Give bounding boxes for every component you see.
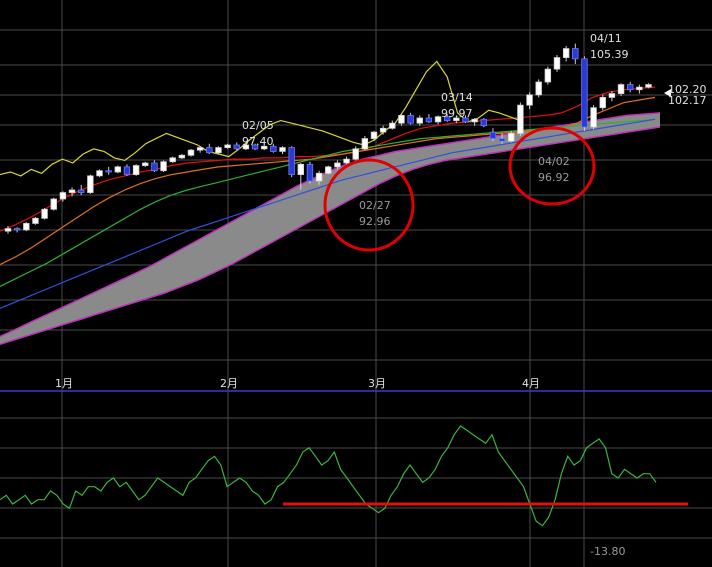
candle-down <box>489 131 497 139</box>
candle-down <box>425 117 433 123</box>
candle-up <box>169 157 176 163</box>
candle-up <box>4 228 12 232</box>
candle-down <box>78 189 85 193</box>
candle-up <box>599 97 606 109</box>
candle-up <box>352 148 359 160</box>
candle-up <box>471 118 478 123</box>
candle-up <box>41 208 48 219</box>
annotation-value: 99.97 <box>441 107 473 120</box>
candle-up <box>526 94 533 106</box>
candle-up <box>517 104 524 134</box>
price-label: 102.17 <box>668 94 707 107</box>
candle-down <box>407 115 414 124</box>
candle-up <box>315 172 323 182</box>
candle-up <box>636 86 643 91</box>
candle-up <box>645 84 652 88</box>
candle-down <box>627 84 634 91</box>
candle-up <box>160 161 167 172</box>
candle-up <box>87 175 94 193</box>
candle-down <box>572 48 579 60</box>
candle-down <box>206 147 213 154</box>
candle-up <box>196 147 204 151</box>
oscillator-value-label: -13.80 <box>590 545 625 558</box>
candle-up <box>361 138 369 150</box>
candle-up <box>297 163 304 175</box>
candle-up <box>343 158 350 164</box>
candle-down <box>480 118 487 127</box>
x-tick-label: 2月 <box>220 377 238 390</box>
annotation-value: 92.96 <box>359 215 391 228</box>
candle-up <box>370 131 378 139</box>
candle-down <box>105 170 112 173</box>
candle-down <box>233 144 240 150</box>
candle-up <box>178 154 186 159</box>
candle-up <box>416 117 423 124</box>
candle-up <box>59 192 67 200</box>
candle-down <box>306 163 314 182</box>
annotation-value: 105.39 <box>590 48 629 61</box>
annotation-date: 04/11 <box>590 32 622 45</box>
candle-up <box>68 189 76 193</box>
candle-up <box>23 223 30 231</box>
candle-up <box>50 198 57 210</box>
candle-up <box>617 84 625 94</box>
candle-up <box>535 81 542 96</box>
x-tick-label: 3月 <box>368 377 386 390</box>
candle-up <box>215 147 222 154</box>
candle-down <box>288 147 295 175</box>
chart-root: 1月 2月 3月 4月 02/05 97.40 02/27 92.96 03/14 99.97 04… <box>0 0 712 567</box>
candle-up <box>562 48 570 58</box>
candle-down <box>123 166 131 175</box>
candle-down <box>13 228 21 231</box>
candle-up <box>608 93 616 98</box>
annotation-value: 96.92 <box>538 171 570 184</box>
candle-up <box>224 144 231 148</box>
candle-up <box>96 170 103 177</box>
x-tick-label: 4月 <box>522 377 540 390</box>
candle-up <box>544 68 552 83</box>
annotation-date: 04/02 <box>538 155 570 168</box>
candle-up <box>508 133 515 142</box>
candle-up <box>142 162 149 166</box>
candle-up <box>590 107 597 128</box>
candle-up <box>187 149 195 156</box>
annotation-value: 97.40 <box>242 135 274 148</box>
candle-up <box>389 122 396 129</box>
candle-down <box>151 162 158 172</box>
candle-down <box>498 138 506 142</box>
candle-up <box>434 116 442 123</box>
candle-up <box>132 165 140 175</box>
candle-up <box>398 115 405 124</box>
candle-up <box>334 162 341 168</box>
candle-up <box>32 217 39 224</box>
candle-up <box>553 57 561 70</box>
candle-up <box>325 166 332 174</box>
candle-up <box>114 166 121 173</box>
candle-up <box>379 127 387 133</box>
candlestick-chart: 1月 2月 3月 4月 02/05 97.40 02/27 92.96 03/14 99.97 04… <box>0 0 712 567</box>
annotation-date: 03/14 <box>441 91 473 104</box>
candle-up <box>279 147 286 152</box>
annotation-date: 02/05 <box>242 119 274 132</box>
x-tick-label: 1月 <box>55 377 73 390</box>
annotation-date: 02/27 <box>359 199 391 212</box>
candle-down <box>581 58 588 128</box>
